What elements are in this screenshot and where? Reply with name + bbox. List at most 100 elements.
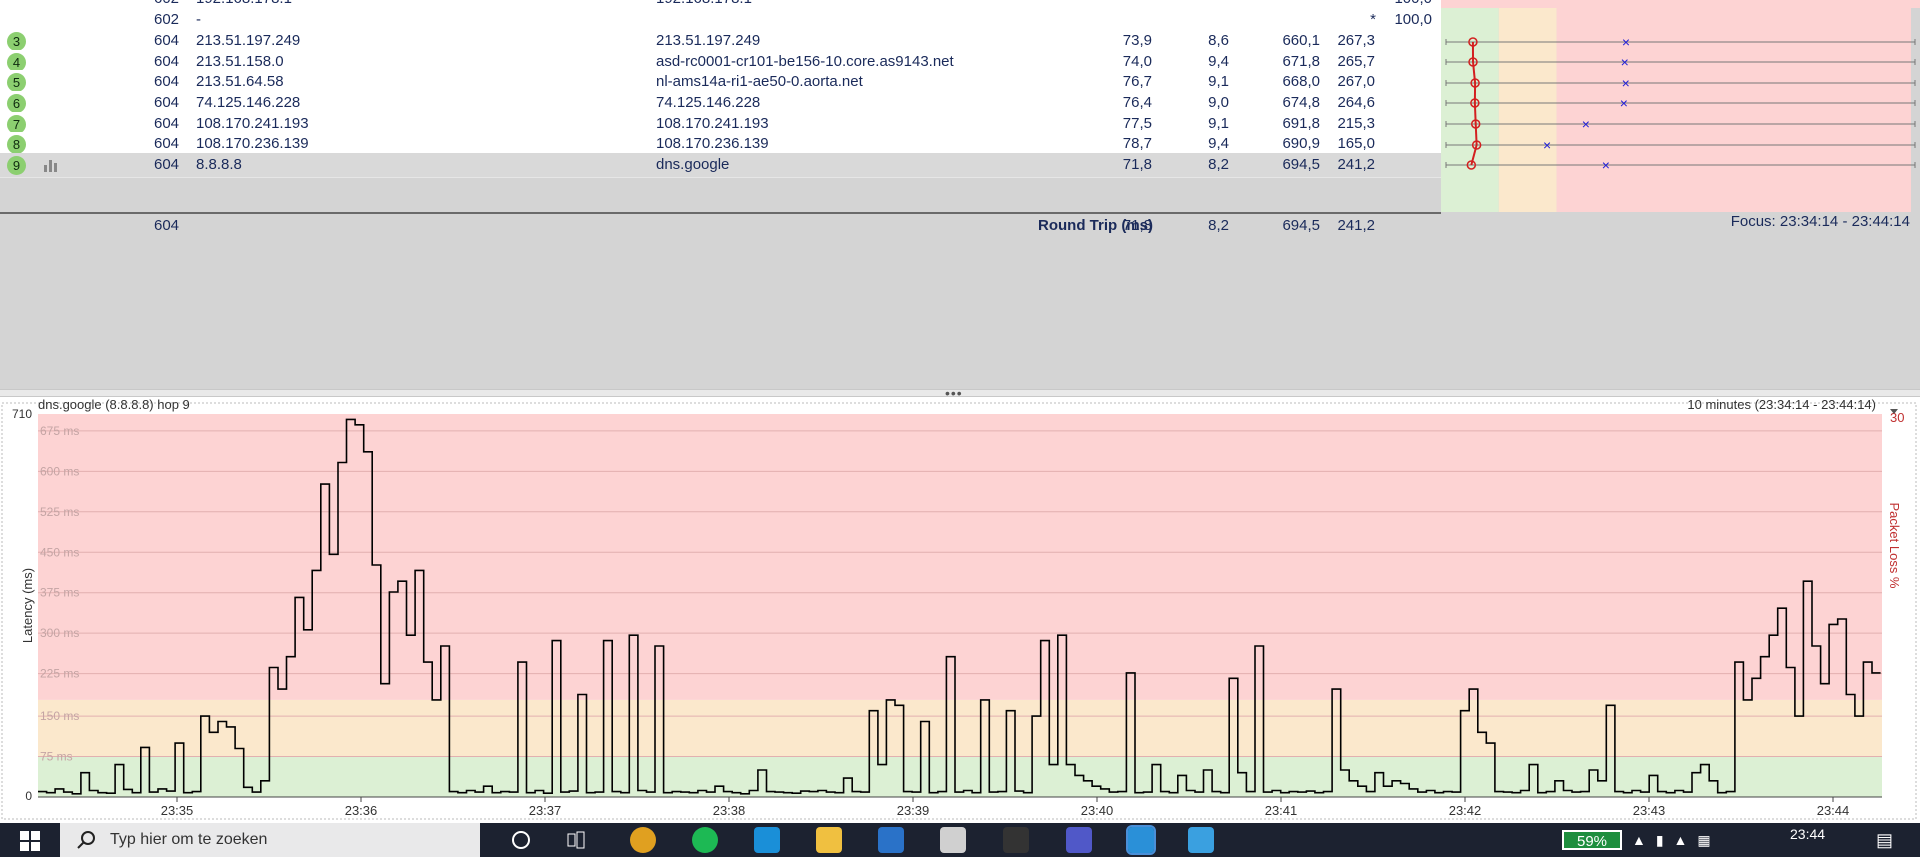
hop-graph-loss-band bbox=[1441, 0, 1920, 8]
hop-count: 604 bbox=[154, 73, 180, 90]
hop-jitter: 9,4 bbox=[1208, 53, 1229, 70]
hop-max: 165,0 bbox=[1337, 135, 1375, 152]
summary-jitter: 8,2 bbox=[1208, 217, 1229, 234]
time-tick-label: 23:37 bbox=[529, 803, 562, 818]
notification-icon[interactable]: ▤ bbox=[1876, 830, 1893, 851]
clock-time[interactable]: 23:44 bbox=[1790, 826, 1825, 842]
time-tick-label: 23:42 bbox=[1449, 803, 1482, 818]
time-tick-label: 23:36 bbox=[345, 803, 378, 818]
hop-hostname: 213.51.197.249 bbox=[656, 32, 761, 49]
start-button-icon[interactable] bbox=[20, 831, 40, 855]
edge-icon[interactable] bbox=[754, 827, 780, 853]
time-tick-label: 23:39 bbox=[897, 803, 930, 818]
hop-min: 694,5 bbox=[1282, 156, 1320, 173]
hop-avg: 76,4 bbox=[1122, 94, 1152, 111]
latency-band-warn bbox=[38, 699, 1882, 757]
store-icon[interactable] bbox=[940, 827, 966, 853]
battery-indicator[interactable]: 59% bbox=[1562, 830, 1622, 850]
hop-latency-graph[interactable]: × × × × × × × bbox=[1441, 0, 1920, 212]
summary-count: 604 bbox=[154, 217, 180, 234]
photos-icon[interactable] bbox=[1188, 827, 1214, 853]
hop-ip: 74.125.146.228 bbox=[196, 94, 301, 111]
hop-number-badge: 6 bbox=[7, 94, 26, 113]
splitter-grip-icon[interactable]: ••• bbox=[945, 386, 963, 400]
hop-jitter: 8,6 bbox=[1208, 32, 1229, 49]
hop-avg-trend bbox=[1474, 123, 1478, 146]
explorer-icon[interactable] bbox=[816, 827, 842, 853]
bar-chart-icon[interactable] bbox=[44, 159, 58, 176]
hop-avg: 71,8 bbox=[1122, 156, 1152, 173]
hop-max: 264,6 bbox=[1337, 94, 1375, 111]
hop-max: 241,2 bbox=[1337, 156, 1375, 173]
hop-avg: 78,7 bbox=[1122, 135, 1152, 152]
hop-hostname: 74.125.146.228 bbox=[656, 94, 761, 111]
hop-count: 604 bbox=[154, 156, 180, 173]
chart-time-range[interactable]: 10 minutes (23:34:14 - 23:44:14) bbox=[1687, 397, 1876, 412]
summary-max: 241,2 bbox=[1337, 217, 1375, 234]
hop-jitter: 8,2 bbox=[1208, 156, 1229, 173]
ms-tick-label: 225 ms bbox=[40, 667, 79, 681]
hop-ip: 8.8.8.8 bbox=[196, 156, 242, 173]
hop-min: 674,8 bbox=[1282, 94, 1320, 111]
taskbar-search-box[interactable]: Typ hier om te zoeken bbox=[60, 823, 480, 857]
chrome-icon[interactable] bbox=[630, 827, 656, 853]
hop-count: 604 bbox=[154, 115, 180, 132]
hop-current-marker: × bbox=[1543, 137, 1551, 153]
hop-max: 265,7 bbox=[1337, 53, 1375, 70]
hop-hostname: 108.170.236.139 bbox=[656, 135, 769, 152]
hop-count: 604 bbox=[154, 94, 180, 111]
hop-ip: 213.51.197.249 bbox=[196, 32, 301, 49]
pingplotter-icon[interactable] bbox=[1126, 825, 1156, 855]
hop-row[interactable]: 9 604 8.8.8.8 dns.google 71,8 8,2 694,5 241,2 bbox=[0, 153, 1441, 178]
terminal-icon[interactable] bbox=[1003, 827, 1029, 853]
time-tick-label: 23:41 bbox=[1265, 803, 1298, 818]
latency-timeline-chart[interactable]: 75 ms 150 ms 225 ms 300 ms 375 ms 450 ms 525 m… bbox=[0, 397, 1920, 823]
windows-taskbar: Typ hier om te zoeken 59% ▲▮▲▦ 23:44 ▤ bbox=[0, 823, 1920, 857]
spotify-icon[interactable] bbox=[692, 827, 718, 853]
tray-icons[interactable]: ▲▮▲▦ bbox=[1632, 832, 1721, 849]
hop-current-marker: × bbox=[1622, 34, 1630, 50]
latency-band-bad bbox=[38, 414, 1882, 700]
hop-jitter: 9,4 bbox=[1208, 135, 1229, 152]
ms-tick-label: 450 ms bbox=[40, 545, 79, 559]
hop-min: 668,0 bbox=[1282, 73, 1320, 90]
search-input[interactable]: Typ hier om te zoeken bbox=[110, 831, 267, 849]
hop-table: 602192.168.178.1192.168.178.1100,0602-*1… bbox=[0, 0, 1920, 389]
summary-row: 604 Round Trip (ms) 71,8 8,2 694,5 241,2 bbox=[0, 212, 1441, 237]
latency-chart-svg[interactable]: 75 ms 150 ms 225 ms 300 ms 375 ms 450 ms 525 m… bbox=[0, 397, 1920, 823]
hop-current-marker: × bbox=[1582, 116, 1590, 132]
hop-avg: 77,5 bbox=[1122, 115, 1152, 132]
time-tick-label: 23:44 bbox=[1817, 803, 1850, 818]
hop-hostname: nl-ams14a-ri1-ae50-0.aorta.net bbox=[656, 73, 863, 90]
y-axis-top-label: 710 bbox=[12, 407, 32, 421]
hop-avg: 76,7 bbox=[1122, 73, 1152, 90]
hop-min: 690,9 bbox=[1282, 135, 1320, 152]
hop-graph-band bbox=[1556, 0, 1911, 212]
ms-tick-label: 300 ms bbox=[40, 626, 79, 640]
hop-current-marker: × bbox=[1620, 95, 1628, 111]
summary-avg: 71,8 bbox=[1122, 217, 1152, 234]
hop-jitter: 9,1 bbox=[1208, 73, 1229, 90]
hop-hostname: dns.google bbox=[656, 156, 730, 173]
hop-current-marker: × bbox=[1621, 54, 1629, 70]
ms-tick-label: 75 ms bbox=[40, 750, 73, 764]
mail-icon[interactable] bbox=[878, 827, 904, 853]
hop-max: 267,3 bbox=[1337, 32, 1375, 49]
time-tick-label: 23:40 bbox=[1081, 803, 1114, 818]
hop-packet-loss: 100,0 bbox=[1376, 0, 1432, 7]
task-view-icon[interactable] bbox=[563, 827, 589, 853]
latency-band-good bbox=[38, 756, 1882, 797]
ms-tick-label: 375 ms bbox=[40, 586, 79, 600]
y2-axis-label: Packet Loss % bbox=[1887, 503, 1902, 589]
cortana-icon[interactable] bbox=[508, 827, 534, 853]
chart-title: dns.google (8.8.8.8) hop 9 bbox=[38, 397, 190, 412]
ms-tick-label: 150 ms bbox=[40, 709, 79, 723]
hop-number-badge: 8 bbox=[7, 135, 26, 154]
teams-icon[interactable] bbox=[1066, 827, 1092, 853]
hop-count: 602 bbox=[154, 0, 179, 7]
pane-splitter[interactable]: ••• bbox=[0, 386, 1920, 400]
time-tick-label: 23:38 bbox=[713, 803, 746, 818]
hop-count: 604 bbox=[154, 135, 180, 152]
hop-avg: 74,0 bbox=[1122, 53, 1152, 70]
hop-jitter: 9,0 bbox=[1208, 94, 1229, 111]
